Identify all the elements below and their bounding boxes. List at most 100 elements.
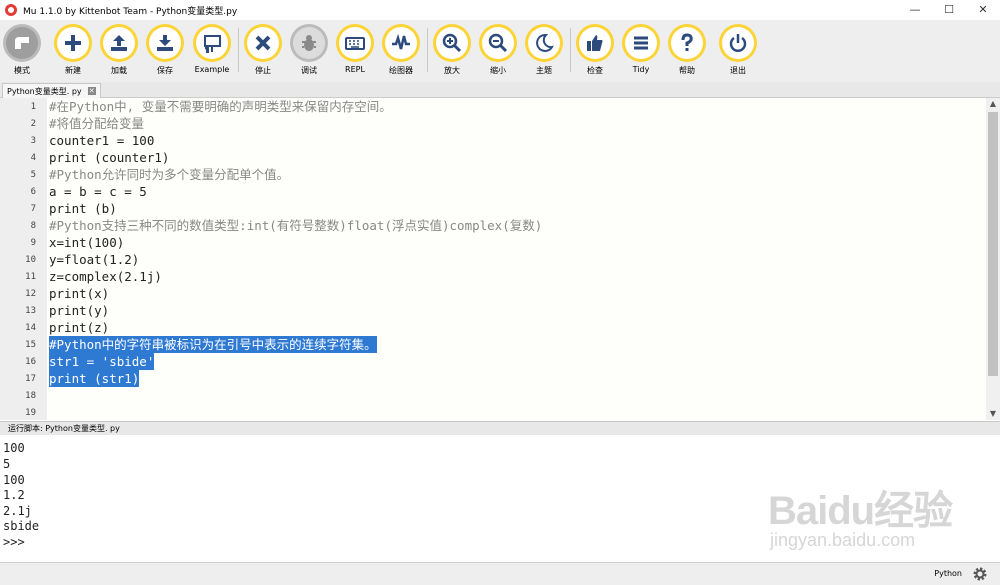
window-title: Mu 1.1.0 by Kittenbot Team - Python变量类型.… <box>23 6 238 17</box>
theme-label: 主题 <box>536 66 552 75</box>
example-button[interactable]: Example <box>190 24 234 74</box>
code-line[interactable]: x=int(100) <box>49 234 124 251</box>
code-line-selected[interactable]: str1 = 'sbide' <box>49 353 155 370</box>
code-line[interactable]: a = b = c = 5 <box>49 183 147 200</box>
zoom-out-button[interactable]: 缩小 <box>476 24 520 76</box>
maximize-button[interactable]: ☐ <box>932 0 966 20</box>
code-line[interactable]: z=complex(2.1j) <box>49 268 162 285</box>
window-controls: — ☐ ✕ <box>898 0 1000 20</box>
example-label: Example <box>194 65 230 74</box>
baidu-watermark: Baidu经验 jingyan.baidu.com <box>768 478 953 550</box>
toolbar-divider <box>570 28 571 72</box>
quit-label: 退出 <box>730 66 746 75</box>
line-number: 12 <box>25 289 36 299</box>
line-number: 6 <box>30 187 36 197</box>
load-label: 加载 <box>111 66 127 75</box>
line-number: 8 <box>30 221 36 231</box>
tidy-button[interactable]: Tidy <box>619 24 663 74</box>
console-prompt[interactable]: >>> <box>3 534 25 550</box>
run-panel-header: 运行脚本: Python变量类型. py <box>0 421 1000 435</box>
check-button[interactable]: 检查 <box>573 24 617 76</box>
code-line[interactable]: print(y) <box>49 302 109 319</box>
app-logo-icon <box>5 4 17 16</box>
code-line[interactable]: counter1 = 100 <box>49 132 154 149</box>
scroll-down-icon[interactable]: ▼ <box>986 408 1000 420</box>
code-line[interactable]: #在Python中, 变量不需要明确的声明类型来保留内存空间。 <box>49 98 392 115</box>
help-button[interactable]: 帮助 <box>665 24 709 76</box>
status-bar: Python <box>0 562 1000 585</box>
code-line-selected[interactable]: print (str1) <box>49 370 140 387</box>
quit-button[interactable]: 退出 <box>716 24 760 76</box>
upload-icon <box>111 35 127 51</box>
new-button[interactable]: 新建 <box>51 24 95 76</box>
new-label: 新建 <box>65 66 81 75</box>
code-line[interactable]: y=float(1.2) <box>49 251 139 268</box>
tidy-label: Tidy <box>632 65 650 74</box>
mode-button[interactable]: 模式 <box>0 24 44 76</box>
line-number-gutter: 1 2 3 4 5 6 7 8 9 10 11 12 13 14 15 16 1… <box>0 98 47 420</box>
gear-icon[interactable] <box>972 566 988 582</box>
scrollbar-thumb[interactable] <box>988 112 998 376</box>
code-line[interactable]: print(x) <box>49 285 109 302</box>
zoom-in-icon <box>442 33 462 53</box>
line-number: 19 <box>25 408 36 418</box>
zoom-in-button[interactable]: 放大 <box>430 24 474 76</box>
debug-label: 调试 <box>301 66 317 75</box>
line-number: 2 <box>30 119 36 129</box>
stop-button[interactable]: 停止 <box>241 24 285 76</box>
presentation-icon <box>204 35 221 53</box>
line-number: 13 <box>25 306 36 316</box>
line-number: 7 <box>30 204 36 214</box>
code-line[interactable]: #将值分配给变量 <box>49 115 144 132</box>
zoom-out-label: 缩小 <box>490 66 506 75</box>
scroll-up-icon[interactable]: ▲ <box>986 98 1000 110</box>
check-label: 检查 <box>587 66 603 75</box>
theme-button[interactable]: 主题 <box>522 24 566 76</box>
editor-scrollbar[interactable]: ▲ ▼ <box>986 98 1000 420</box>
line-number: 11 <box>25 272 36 282</box>
plotter-wave-icon <box>392 33 410 50</box>
line-number: 15 <box>25 340 36 350</box>
line-number: 9 <box>30 238 36 248</box>
line-number: 14 <box>25 323 36 333</box>
run-output-console[interactable]: 100 5 100 1.2 2.1j sbide >>> Baidu经验 jin… <box>0 436 1000 562</box>
load-button[interactable]: 加载 <box>97 24 141 76</box>
minimize-button[interactable]: — <box>898 0 932 20</box>
debug-button[interactable]: 调试 <box>287 24 331 76</box>
thumbs-up-icon <box>587 35 603 51</box>
plus-icon <box>65 35 81 51</box>
file-tab[interactable]: Python变量类型. py ✕ <box>2 83 101 98</box>
line-number: 5 <box>30 170 36 180</box>
code-line[interactable]: #Python允许同时为多个变量分配单个值。 <box>49 166 289 183</box>
line-number: 18 <box>25 391 36 401</box>
toolbar-divider <box>238 28 239 72</box>
stop-label: 停止 <box>255 66 271 75</box>
repl-button[interactable]: REPL <box>333 24 377 74</box>
save-label: 保存 <box>157 66 173 75</box>
close-tab-icon[interactable]: ✕ <box>87 87 96 95</box>
output-line: 5 <box>3 457 11 471</box>
mode-label: 模式 <box>14 66 30 75</box>
output-line: 100 <box>3 473 25 487</box>
file-tab-label: Python变量类型. py <box>7 86 82 96</box>
code-line-selected[interactable]: #Python中的字符串被标识为在引号中表示的连续字符集。 <box>49 336 377 353</box>
code-line[interactable]: #Python支持三种不同的数值类型:int(有符号整数)float(浮点实值)… <box>49 217 542 234</box>
save-button[interactable]: 保存 <box>143 24 187 76</box>
help-label: 帮助 <box>679 66 695 75</box>
code-line[interactable]: print (b) <box>49 200 117 217</box>
line-number: 1 <box>30 102 36 112</box>
output-line: 100 <box>3 441 25 455</box>
lines-icon <box>634 36 648 50</box>
repl-label: REPL <box>345 65 365 74</box>
mode-indicator[interactable]: Python <box>934 569 962 578</box>
plotter-button[interactable]: 绘图器 <box>379 24 423 76</box>
tab-bar: Python变量类型. py ✕ <box>0 82 1000 98</box>
close-window-button[interactable]: ✕ <box>966 0 1000 20</box>
line-number: 17 <box>25 374 36 384</box>
code-editor[interactable]: 1 2 3 4 5 6 7 8 9 10 11 12 13 14 15 16 1… <box>0 98 986 420</box>
code-line[interactable]: print(z) <box>49 319 109 336</box>
question-icon <box>681 33 693 51</box>
code-line[interactable]: print (counter1) <box>49 149 169 166</box>
moon-icon <box>536 33 554 52</box>
watermark-url: jingyan.baidu.com <box>770 530 916 550</box>
